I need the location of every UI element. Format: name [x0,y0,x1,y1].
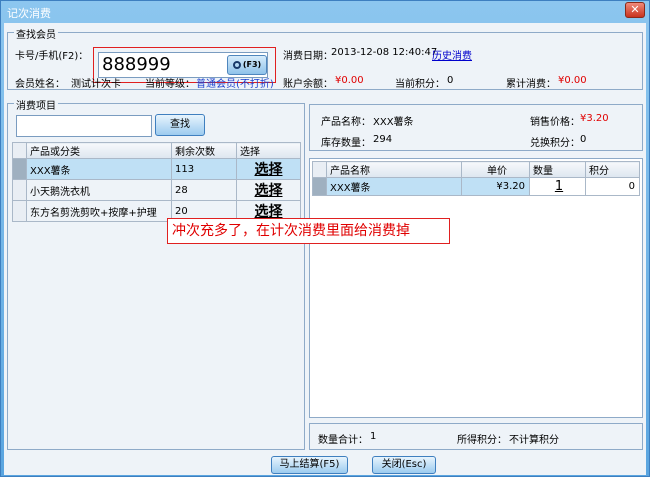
annotation-note: 冲次充多了，在计次消费里面给消费掉 [167,218,450,244]
level-value: 普通会员(不打折) [196,79,274,90]
stock-value: 294 [373,134,393,145]
cart-header-row: 产品名称 单价 数量 积分 [312,161,640,178]
product-search-input[interactable] [16,115,152,137]
card-input-value: 888999 [102,54,171,75]
level-label: 当前等级： [145,79,195,90]
balance-label: 账户余额： [283,79,333,90]
sale-price-label: 销售价格： [530,117,580,128]
row-header[interactable] [12,200,27,222]
member-search-button-label: (F3) [242,60,262,69]
row-header[interactable] [12,158,27,180]
cart-points-cell: 0 [585,177,640,196]
total-value: ¥0.00 [558,75,587,86]
col-cart-product[interactable]: 产品名称 [326,161,462,178]
product-search-button[interactable]: 查找 [155,114,205,136]
qty-total-label: 数量合计： [318,435,368,446]
cart-panel: 产品名称 单价 数量 积分 XXX薯条 ¥3.20 1 0 [309,158,643,418]
window-title: 记次消费 [7,7,51,20]
row-header-corner [312,161,327,178]
date-value: 2013-12-08 12:40:47 [331,47,438,58]
consume-items-header-row: 产品或分类 剩余次数 选择 [12,142,301,159]
member-search-button[interactable]: (F3) [227,55,267,75]
exchange-points-label: 兑换积分： [530,138,580,149]
exchange-points-value: 0 [580,134,587,145]
magnifier-icon [232,60,241,69]
stock-label: 库存数量： [321,138,371,149]
row-header[interactable] [12,179,27,201]
row-header-corner [12,142,27,159]
product-info-panel: 产品名称： XXX薯条 销售价格： ¥3.20 库存数量： 294 兑换积分： … [309,104,643,151]
history-link[interactable]: 历史消费 [432,47,472,62]
consume-items-legend: 消费项目 [14,97,58,112]
table-row[interactable]: 小天鹅洗衣机 28 选择 [12,179,301,201]
row-header[interactable] [312,177,327,196]
product-cell: 小天鹅洗衣机 [26,179,172,201]
summary-panel: 数量合计： 1 所得积分： 不计算积分 [309,423,643,450]
col-cart-price[interactable]: 单价 [461,161,530,178]
window: 记次消费 ✕ 查找会员 卡号/手机(F2)： 888999 (F3) 消费日期：… [0,0,650,477]
close-button[interactable]: 关闭(Esc) [372,456,436,474]
cart-price-cell: ¥3.20 [461,177,530,196]
remaining-cell: 28 [171,179,237,201]
member-search-legend: 查找会员 [14,26,58,41]
member-search-group: 查找会员 卡号/手机(F2)： 888999 (F3) 消费日期： 2013-1… [7,26,643,90]
close-window-button[interactable]: ✕ [625,2,645,18]
consume-items-table: 产品或分类 剩余次数 选择 XXX薯条 113 选择 小天鹅洗衣机 28 选择 [12,142,301,222]
cart-product-cell: XXX薯条 [326,177,462,196]
points-value: 0 [447,75,454,86]
col-cart-qty[interactable]: 数量 [529,161,586,178]
select-link[interactable]: 选择 [236,179,301,201]
client-area: 查找会员 卡号/手机(F2)： 888999 (F3) 消费日期： 2013-1… [4,23,646,475]
consume-items-group: 消费项目 查找 产品或分类 剩余次数 选择 XXX薯条 113 选择 小天鹅洗衣… [7,97,305,450]
checkout-button[interactable]: 马上结算(F5) [271,456,348,474]
product-name-value: XXX薯条 [373,117,414,128]
balance-value: ¥0.00 [335,75,364,86]
table-row[interactable]: XXX薯条 113 选择 [12,158,301,180]
total-label: 累计消费： [506,79,556,90]
remaining-cell: 113 [171,158,237,180]
select-link[interactable]: 选择 [236,158,301,180]
name-label: 会员姓名： [15,79,65,90]
card-label: 卡号/手机(F2)： [15,51,89,62]
product-cell: 东方名剪洗剪吹+按摩+护理 [26,200,172,222]
earned-points-label: 所得积分： [457,435,507,446]
product-cell: XXX薯条 [26,158,172,180]
points-label: 当前积分： [395,79,445,90]
table-row[interactable]: XXX薯条 ¥3.20 1 0 [312,177,640,196]
cart-table: 产品名称 单价 数量 积分 XXX薯条 ¥3.20 1 0 [312,161,640,196]
title-bar: 记次消费 ✕ [1,1,649,23]
col-remaining[interactable]: 剩余次数 [171,142,237,159]
col-select[interactable]: 选择 [236,142,301,159]
col-cart-points[interactable]: 积分 [585,161,640,178]
qty-total-value: 1 [370,431,377,442]
sale-price-value: ¥3.20 [580,113,609,124]
date-label: 消费日期： [283,51,333,62]
earned-points-value: 不计算积分 [509,435,559,446]
product-name-label: 产品名称： [321,117,371,128]
name-value: 测试计次卡 [71,79,121,90]
cart-qty-input[interactable]: 1 [529,177,586,196]
col-product[interactable]: 产品或分类 [26,142,172,159]
